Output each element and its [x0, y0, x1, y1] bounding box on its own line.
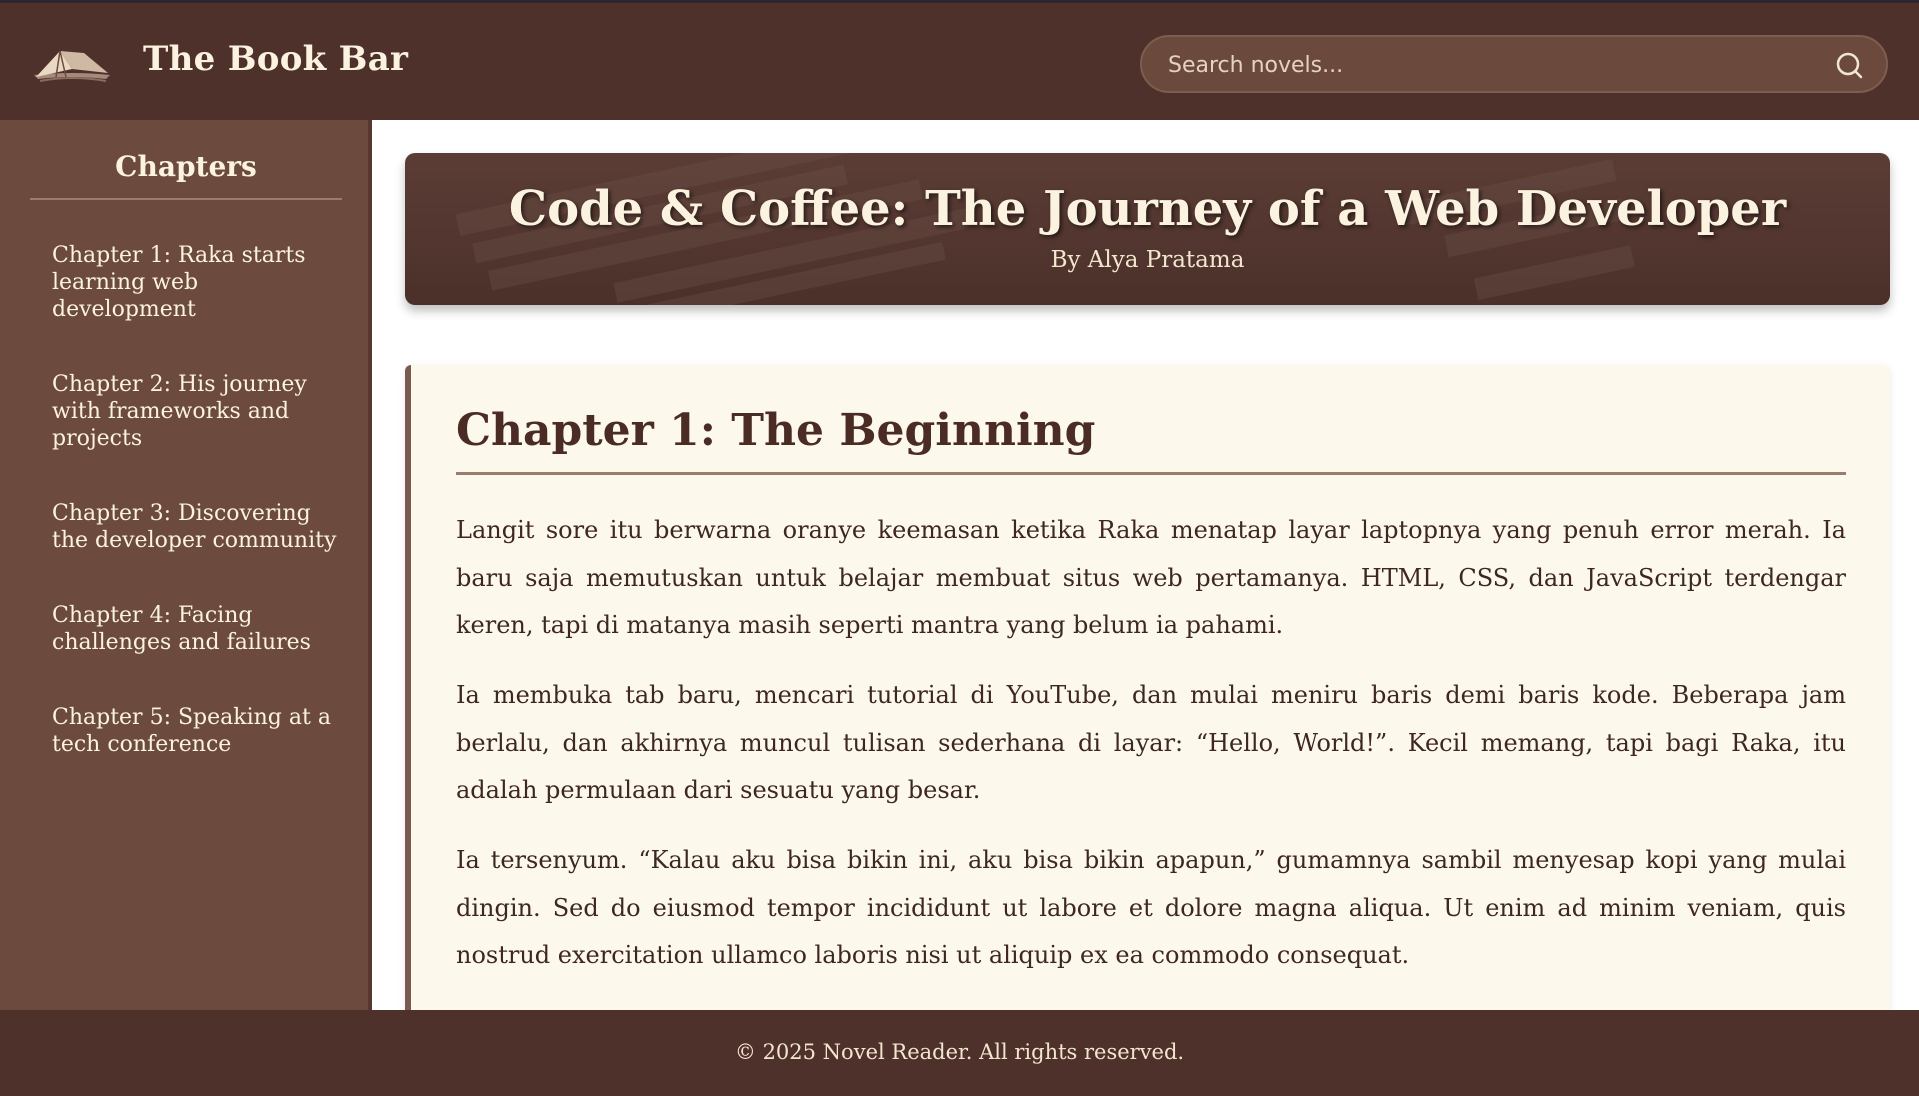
site-header: The Book Bar: [0, 0, 1919, 120]
book-author: By Alya Pratama: [1050, 247, 1245, 273]
site-footer: © 2025 Novel Reader. All rights reserved…: [0, 1010, 1919, 1096]
chapter-title: Chapter 1: The Beginning: [456, 409, 1846, 475]
chapter-link-5[interactable]: Chapter 5: Speaking at a tech conference: [52, 704, 342, 758]
chapter-list: Chapter 1: Raka starts learning web deve…: [52, 242, 342, 806]
copyright-text: © 2025 Novel Reader. All rights reserved…: [734, 1040, 1185, 1064]
chapters-sidebar: Chapters Chapter 1: Raka starts learning…: [0, 120, 372, 1010]
chapter-link-3[interactable]: Chapter 3: Discovering the developer com…: [52, 500, 342, 554]
site-title[interactable]: The Book Bar: [143, 39, 408, 79]
chapter-paragraph: Langit sore itu berwarna oranye keemasan…: [456, 516, 1846, 639]
chapter-paragraph: Ia tersenyum. “Kalau aku bisa bikin ini,…: [456, 846, 1846, 969]
book-banner: Code & Coffee: The Journey of a Web Deve…: [405, 153, 1890, 305]
chapter-content: Chapter 1: The Beginning Langit sore itu…: [405, 365, 1890, 1045]
chapter-link-1[interactable]: Chapter 1: Raka starts learning web deve…: [52, 242, 342, 323]
search-input[interactable]: [1166, 37, 1810, 93]
search-bar: [1140, 35, 1888, 93]
book-title: Code & Coffee: The Journey of a Web Deve…: [508, 181, 1787, 237]
open-book-icon[interactable]: [30, 47, 114, 87]
chapter-paragraph: Ia membuka tab baru, mencari tutorial di…: [456, 681, 1846, 804]
chapter-link-4[interactable]: Chapter 4: Facing challenges and failure…: [52, 602, 342, 656]
search-icon[interactable]: [1834, 50, 1864, 80]
chapter-link-2[interactable]: Chapter 2: His journey with frameworks a…: [52, 371, 342, 452]
sidebar-heading: Chapters: [30, 150, 342, 200]
